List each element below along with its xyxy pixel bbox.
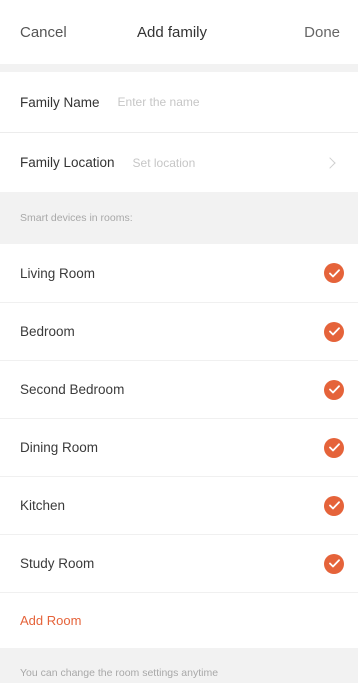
family-location-label: Family Location	[20, 155, 115, 170]
check-circle-icon[interactable]	[324, 263, 344, 283]
room-label: Living Room	[20, 265, 96, 281]
footer-note: You can change the room settings anytime	[20, 667, 219, 679]
room-item-bedroom[interactable]: Bedroom	[0, 302, 358, 360]
family-location-row[interactable]: Family Location Set location	[0, 132, 358, 192]
room-label: Kitchen	[20, 498, 66, 513]
room-label: Second Bedroom	[20, 382, 125, 397]
add-room-row: Add Room	[0, 592, 358, 648]
check-circle-icon[interactable]	[324, 437, 344, 458]
room-label: Dining Room	[20, 440, 99, 455]
check-circle-icon[interactable]	[324, 321, 344, 342]
chevron-right-icon	[324, 156, 336, 169]
family-form: Family Name Family Location Set location	[0, 72, 358, 192]
cancel-button[interactable]: Cancel	[20, 24, 67, 41]
room-label: Study Room	[20, 556, 95, 571]
rooms-section-header: Smart devices in rooms:	[20, 212, 133, 224]
room-item-living-room[interactable]: Living Room	[0, 244, 358, 302]
room-item-second-bedroom[interactable]: Second Bedroom	[0, 360, 358, 418]
family-name-input[interactable]	[117, 95, 338, 109]
family-name-row: Family Name	[0, 72, 358, 132]
rooms-list: Living Room Bedroom Second Bedroom Dinin…	[0, 244, 358, 648]
add-family-screen: Cancel Add family Done Family Name Famil…	[0, 0, 358, 683]
room-item-dining-room[interactable]: Dining Room	[0, 418, 358, 476]
navigation-bar: Cancel Add family Done	[0, 0, 358, 64]
room-item-kitchen[interactable]: Kitchen	[0, 476, 358, 534]
check-circle-icon[interactable]	[324, 495, 344, 516]
check-circle-icon[interactable]	[324, 379, 344, 400]
check-circle-icon[interactable]	[324, 553, 344, 574]
done-button[interactable]: Done	[304, 24, 340, 41]
family-name-label: Family Name	[20, 94, 100, 110]
add-room-button[interactable]: Add Room	[20, 613, 81, 628]
set-location-field[interactable]: Set location	[133, 156, 326, 170]
room-item-study-room[interactable]: Study Room	[0, 534, 358, 592]
room-label: Bedroom	[20, 324, 75, 339]
